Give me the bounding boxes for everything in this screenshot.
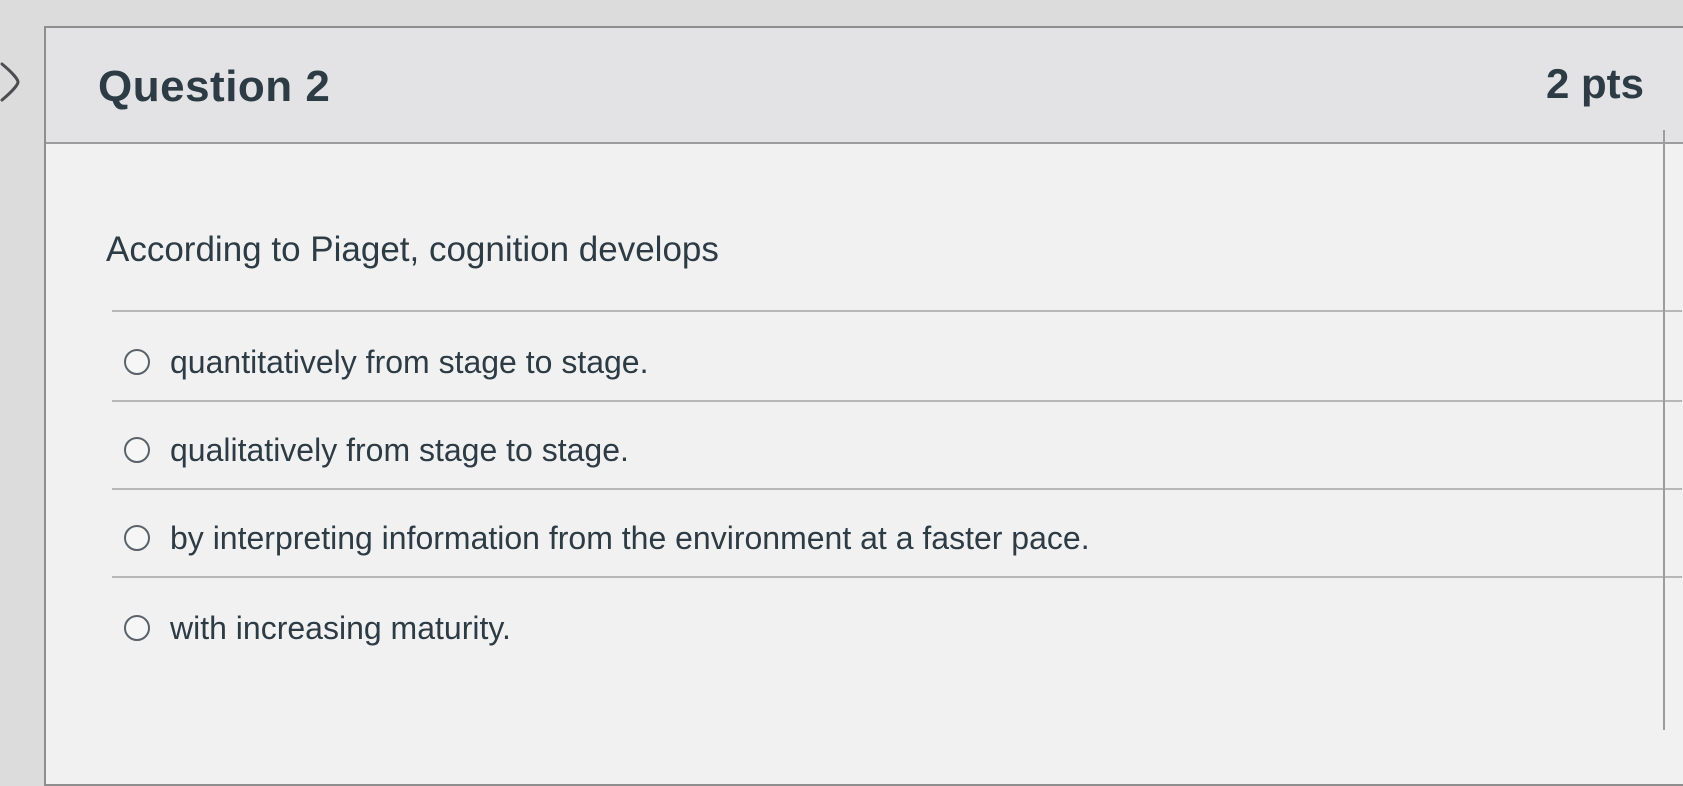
- answer-option[interactable]: quantitatively from stage to stage.: [124, 334, 648, 390]
- radio-button[interactable]: [124, 349, 150, 375]
- answer-label: with increasing maturity.: [170, 609, 511, 646]
- answer-option[interactable]: with increasing maturity.: [124, 600, 511, 656]
- question-text: According to Piaget, cognition develops: [106, 230, 719, 269]
- question-header: Question 2 2 pts: [46, 28, 1683, 144]
- question-points: 2 pts: [1546, 60, 1645, 107]
- divider: [112, 310, 1682, 312]
- card-border: [1663, 130, 1665, 730]
- divider: [112, 576, 1682, 578]
- radio-button[interactable]: [124, 525, 150, 551]
- answer-label: quantitatively from stage to stage.: [170, 343, 649, 380]
- answer-option[interactable]: by interpreting information from the env…: [124, 510, 1090, 566]
- divider: [112, 488, 1682, 490]
- chevron-right-icon[interactable]: [0, 52, 24, 112]
- answer-label: qualitatively from stage to stage.: [170, 431, 629, 468]
- answer-label: by interpreting information from the env…: [170, 519, 1090, 556]
- question-title: Question 2: [98, 62, 331, 111]
- radio-button[interactable]: [124, 615, 150, 641]
- question-card: Question 2 2 pts According to Piaget, co…: [44, 26, 1683, 786]
- radio-button[interactable]: [124, 437, 150, 463]
- divider: [112, 400, 1682, 402]
- answer-option[interactable]: qualitatively from stage to stage.: [124, 422, 629, 478]
